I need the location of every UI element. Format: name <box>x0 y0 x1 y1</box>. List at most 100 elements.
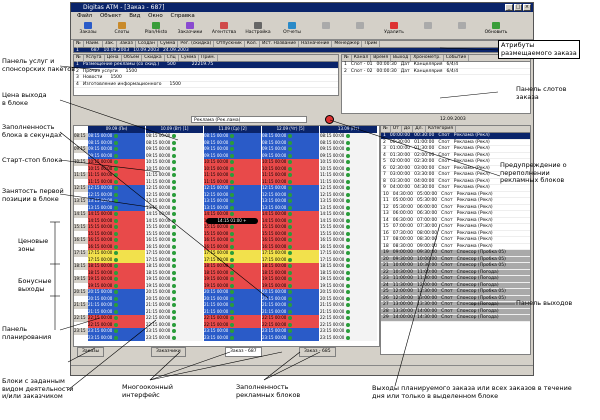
column-header[interactable]: Отпускник <box>214 41 245 47</box>
fill-indicator-icon <box>287 244 292 249</box>
column-header[interactable]: № <box>381 126 391 132</box>
toolbar-button[interactable]: Удалить <box>381 21 407 38</box>
document-tab[interactable]: Заказы <box>77 347 105 357</box>
column-header[interactable]: № <box>342 55 352 61</box>
toolbar-button[interactable]: Отчеты <box>279 21 305 38</box>
block-time: 17:15 <box>88 256 100 262</box>
column-header[interactable]: Сумма <box>179 55 200 61</box>
table-cell: 11:30:00 <box>416 276 438 281</box>
column-header[interactable]: Цена <box>105 55 122 61</box>
toolbar-button[interactable] <box>313 21 339 38</box>
toolbar-button[interactable] <box>415 21 441 38</box>
block-fill: 00:00 <box>274 133 287 138</box>
fill-indicator-icon <box>229 147 234 151</box>
column-header[interactable]: Создан <box>136 41 159 47</box>
fill-indicator-icon <box>345 179 350 184</box>
menu-item-file[interactable]: Файл <box>77 13 92 19</box>
column-header[interactable]: Событие <box>444 55 470 61</box>
outputs-grid: № От До Дл. Категория 1 00:00:00 00:30:00 Спот Р… <box>380 125 531 355</box>
document-tab[interactable]: Заказ - 687 <box>225 347 262 357</box>
column-header[interactable]: Менеджер <box>332 41 363 47</box>
column-header[interactable]: Хронометр. <box>411 55 444 61</box>
fill-indicator-icon <box>171 212 176 216</box>
column-header[interactable]: Услуга <box>84 55 105 61</box>
toolbar-button[interactable]: Заказчики <box>177 21 203 38</box>
table-row[interactable]: 4 Изготовление информационного 1500 <box>74 82 338 88</box>
column-header[interactable]: Заказ <box>117 41 136 47</box>
menu-item-window[interactable]: Окно <box>148 13 163 19</box>
fill-indicator-icon <box>345 225 350 229</box>
ad-block[interactable]: 23:15 00:00 <box>88 334 145 341</box>
day-header[interactable]: 09.09 (Пн) <box>88 126 145 133</box>
block-time: 16:15 <box>262 237 274 242</box>
fill-indicator-icon <box>345 153 350 158</box>
column-header[interactable]: Ист. Название <box>260 41 300 47</box>
column-header[interactable]: Канал <box>352 55 372 61</box>
document-tab[interactable]: Заказчики <box>151 347 186 357</box>
block-time: 18:15 <box>146 263 158 268</box>
block-time: 18:15 <box>204 269 216 275</box>
column-header[interactable]: Спц <box>165 55 179 61</box>
ad-block[interactable]: 23:15 00:00 <box>204 334 261 341</box>
document-tab[interactable]: Заказ - 685 <box>299 347 336 357</box>
day-header[interactable]: 13.09 (Пт) <box>320 126 377 133</box>
outputs-date[interactable]: 12.09.2003 <box>440 115 466 124</box>
column-header[interactable]: Дл. <box>413 126 426 132</box>
column-header[interactable]: Прим. <box>199 55 219 61</box>
column-header[interactable]: От <box>391 126 402 132</box>
ad-block[interactable]: 23:15 00:00 <box>320 334 377 341</box>
block-time: 10:15 <box>88 165 100 171</box>
menu-item-object[interactable]: Объект <box>100 13 122 19</box>
fill-indicator-icon <box>287 277 292 281</box>
column-header[interactable]: № <box>74 41 84 47</box>
toolbar-button[interactable] <box>449 21 475 38</box>
table-cell: 1500 <box>110 75 122 80</box>
column-header[interactable]: Время <box>371 55 392 61</box>
menu-item-help[interactable]: Справка <box>171 13 195 19</box>
table-row[interactable]: 29 14:00:00 14:30:00 Спот Спонсор (Погода) <box>381 315 530 322</box>
menu-item-view[interactable]: Вид <box>129 13 140 19</box>
block-fill: 00:00 <box>274 321 287 327</box>
selected-block-popup[interactable]: 14:15 01:00 + <box>206 217 258 224</box>
column-header[interactable]: Объём <box>122 55 143 61</box>
minimize-icon[interactable]: _ <box>505 4 513 11</box>
column-header[interactable]: До <box>402 126 414 132</box>
table-cell: 6/4/4 <box>446 68 459 74</box>
toolbar-button[interactable]: Агентства <box>211 21 237 38</box>
block-fill: 00:00 <box>274 328 287 333</box>
channel-select[interactable]: Реклама (Рек.лама) <box>191 116 307 123</box>
column-header[interactable]: Рег. (скидка) <box>178 41 215 47</box>
ad-block[interactable]: 23:15 00:00 <box>262 334 319 341</box>
day-header[interactable]: 11.09 (Ср) [2] <box>204 126 261 133</box>
day-header[interactable]: 10.09 (Вт) [1] <box>146 126 203 133</box>
block-fill: 00:00 <box>332 263 345 268</box>
column-header[interactable]: Назначение <box>299 41 333 47</box>
toolbar-button[interactable]: Слоты <box>109 21 135 38</box>
toolbar-button[interactable]: Plan/Histo <box>143 21 169 38</box>
maximize-icon[interactable]: □ <box>514 4 522 11</box>
table-cell: Реклама (Рекл) <box>453 146 490 151</box>
block-time: 08:15 <box>262 133 274 138</box>
order-header-row[interactable]: 1 687 10.09.2003 10.09.2003 24.09.2003 <box>74 48 530 52</box>
column-header[interactable]: Выход <box>391 55 412 61</box>
day-header[interactable]: 12.09 (Чт) [5] <box>262 126 319 133</box>
column-header[interactable]: Наим. <box>84 41 103 47</box>
column-header[interactable]: Зак. <box>103 41 118 47</box>
toolbar-button[interactable]: Заказы <box>75 21 101 38</box>
planning-grid: 09.09 (Пн) 10.09 (Вт) [1] 11.09 (Ср) [2] 12… <box>73 125 380 347</box>
close-icon[interactable]: × <box>523 4 531 11</box>
toolbar-button[interactable]: Настройка <box>245 21 271 38</box>
column-header[interactable]: № <box>74 55 84 61</box>
column-header[interactable]: Скидка <box>142 55 165 61</box>
toolbar-button[interactable]: Обновить <box>483 21 509 38</box>
column-header[interactable]: Кол. <box>245 41 261 47</box>
column-header[interactable]: Сумма <box>158 41 179 47</box>
table-row[interactable]: 2 Спот - 02 00:00:30 Дат Канцелярия 6/4/4 <box>342 68 530 75</box>
block-time: 15:15 <box>88 230 100 236</box>
block-time: 20:15 <box>204 289 216 294</box>
block-time: 19:15 <box>204 276 216 281</box>
ad-block[interactable]: 23:15 00:00 <box>146 334 203 341</box>
column-header[interactable]: Категория <box>426 126 456 132</box>
column-header[interactable]: Прим <box>362 41 381 47</box>
toolbar-button[interactable] <box>347 21 373 38</box>
